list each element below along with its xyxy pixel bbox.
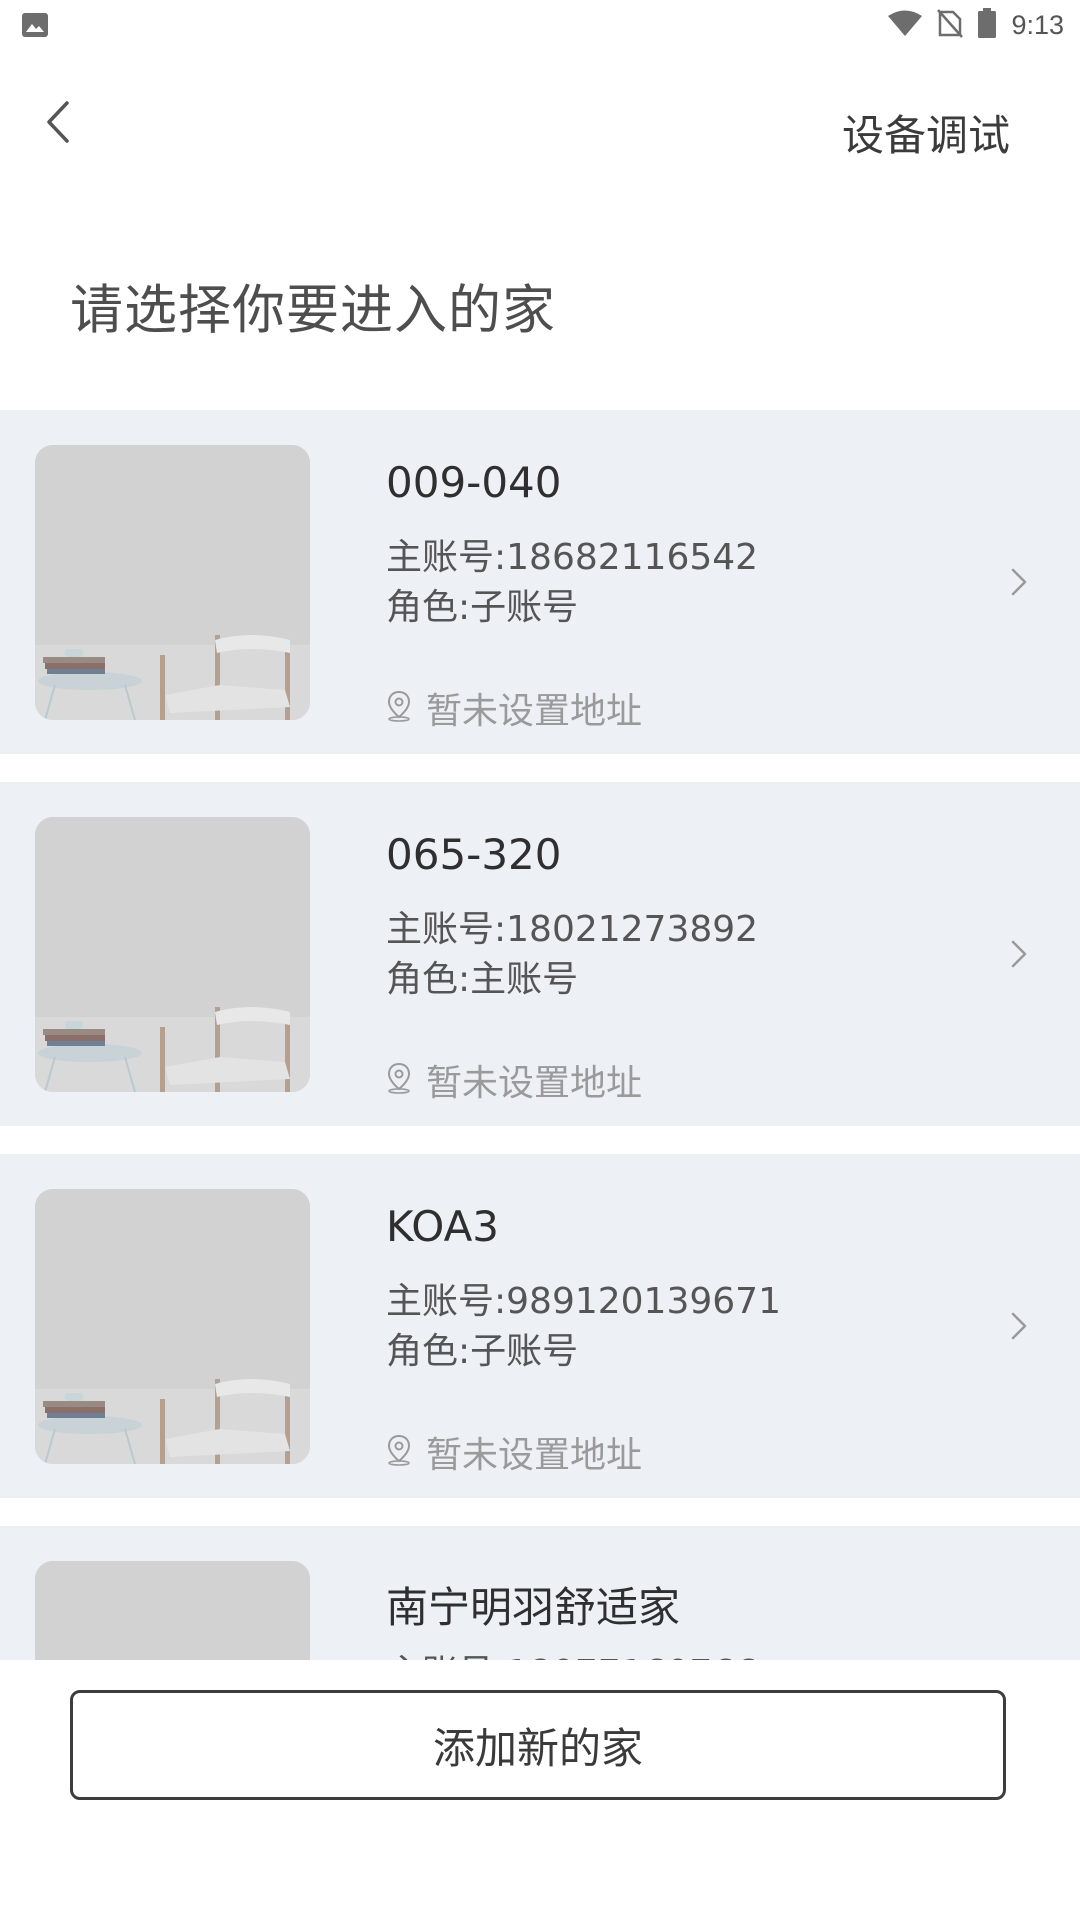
location-pin-icon [386, 1434, 412, 1470]
chevron-right-icon [1004, 1306, 1034, 1346]
home-role: 角色:主账号 [386, 959, 579, 1000]
home-card[interactable]: KOA3 主账号:989120139671 角色:子账号 暂未设置地址 [0, 1154, 1080, 1498]
home-name: 009-040 [386, 458, 562, 507]
device-debug-button[interactable]: 设备调试 [842, 102, 1010, 163]
home-name: 065-320 [386, 830, 562, 879]
status-bar: 9:13 [0, 0, 1080, 50]
app-bar: 设备调试 [0, 50, 1080, 208]
home-role: 角色:子账号 [386, 587, 579, 628]
chevron-left-icon [43, 99, 73, 149]
home-thumbnail [35, 445, 310, 720]
page-title: 请选择你要进入的家 [70, 280, 556, 341]
home-name: KOA3 [386, 1202, 500, 1251]
home-address-text: 暂未设置地址 [426, 691, 643, 732]
no-sim-icon [937, 8, 964, 42]
chevron-right-icon [1004, 562, 1034, 602]
location-pin-icon [386, 690, 412, 726]
home-name: 南宁明羽舒适家 [386, 1583, 681, 1632]
home-list: 009-040 主账号:18682116542 角色:子账号 暂未设置地址 06… [0, 410, 1080, 1660]
home-address-text: 暂未设置地址 [426, 1063, 643, 1104]
image-icon [20, 10, 52, 40]
home-owner-account: 主账号:18077160766 [386, 1644, 758, 1660]
screen: 9:13 设备调试 请选择你要进入的家 009-040 主账号:18682116… [0, 0, 1080, 1920]
status-time: 9:13 [1011, 9, 1064, 40]
home-thumbnail [35, 1189, 310, 1464]
home-address: 暂未设置地址 [386, 1426, 642, 1478]
home-thumbnail [35, 817, 310, 1092]
home-card[interactable]: 065-320 主账号:18021273892 角色:主账号 暂未设置地址 [0, 782, 1080, 1126]
add-home-button[interactable]: 添加新的家 [70, 1690, 1006, 1800]
home-owner-account: 主账号:18021273892 [386, 909, 759, 950]
status-icons: 9:13 [887, 6, 1064, 44]
chevron-right-icon [1004, 934, 1034, 974]
home-card[interactable]: 009-040 主账号:18682116542 角色:子账号 暂未设置地址 [0, 410, 1080, 754]
wifi-icon [887, 9, 923, 41]
home-owner-account: 主账号:989120139671 [386, 1281, 781, 1322]
home-role: 角色:子账号 [386, 1331, 579, 1372]
home-card[interactable]: 南宁明羽舒适家 主账号:18077160766 [0, 1526, 1080, 1660]
home-address: 暂未设置地址 [386, 1054, 642, 1106]
back-button[interactable] [28, 94, 88, 154]
home-thumbnail [35, 1561, 310, 1660]
home-owner-account: 主账号:18682116542 [386, 537, 759, 578]
home-address: 暂未设置地址 [386, 682, 642, 734]
home-address-text: 暂未设置地址 [426, 1435, 643, 1476]
bottom-panel: 添加新的家 [0, 1660, 1080, 1920]
location-pin-icon [386, 1062, 412, 1098]
battery-icon [977, 7, 997, 43]
